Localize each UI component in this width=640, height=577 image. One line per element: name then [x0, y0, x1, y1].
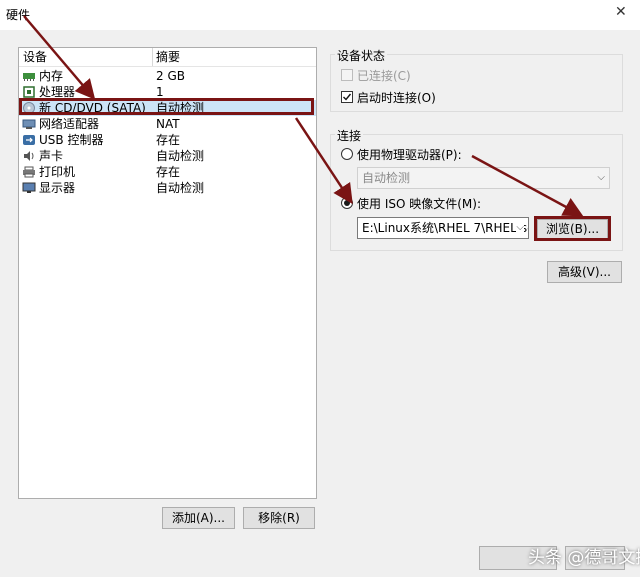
highlight-frame-selected-device — [19, 98, 314, 115]
device-summary: 存在 — [156, 165, 181, 179]
device-status-label: 设备状态 — [335, 47, 388, 64]
column-header-device[interactable]: 设备 — [23, 48, 47, 66]
watermark: 头条 @德哥文摘 — [528, 548, 640, 568]
connected-checkbox[interactable] — [341, 69, 353, 81]
device-row-usb[interactable]: USB 控制器 存在 — [19, 132, 316, 148]
chevron-down-icon: ⌵ — [597, 172, 605, 183]
sound-card-icon — [24, 151, 34, 161]
network-adapter-icon — [22, 119, 36, 129]
window-title: 硬件 — [6, 8, 31, 22]
remove-button[interactable]: 移除(R) — [243, 507, 315, 529]
device-name: 打印机 — [39, 165, 76, 179]
title-bar: 硬件 ✕ — [0, 0, 640, 30]
device-name: 显示器 — [39, 181, 76, 195]
chevron-down-icon: ⌵ — [516, 218, 524, 238]
device-row-memory[interactable]: 内存 2 GB — [19, 68, 316, 84]
device-name: 内存 — [39, 69, 64, 83]
cpu-icon — [23, 86, 35, 98]
device-summary: 自动检测 — [156, 181, 205, 195]
physical-drive-label: 使用物理驱动器(P): — [357, 148, 462, 162]
memory-icon — [23, 73, 35, 81]
device-summary: 自动检测 — [156, 149, 205, 163]
physical-drive-value: 自动检测 — [362, 171, 411, 185]
advanced-button[interactable]: 高级(V)... — [547, 261, 622, 283]
physical-drive-combo[interactable]: 自动检测 ⌵ — [357, 167, 610, 189]
add-button[interactable]: 添加(A)... — [162, 507, 235, 529]
checkmark-icon — [343, 93, 352, 101]
connect-at-poweron-checkbox[interactable] — [341, 91, 353, 103]
iso-path-combo[interactable]: E:\Linux系统\RHEL 7\RHEL-ser ⌵ — [357, 217, 529, 239]
highlight-frame-browse — [534, 216, 611, 241]
physical-drive-radio[interactable] — [341, 148, 353, 160]
column-header-summary[interactable]: 摘要 — [156, 48, 180, 66]
device-name: USB 控制器 — [39, 133, 104, 147]
close-icon[interactable]: ✕ — [615, 4, 627, 20]
device-summary: 2 GB — [156, 69, 185, 83]
connect-at-poweron-label: 启动时连接(O) — [357, 91, 436, 105]
iso-path-value: E:\Linux系统\RHEL 7\RHEL-ser — [362, 221, 529, 235]
usb-icon — [23, 135, 35, 145]
iso-image-label: 使用 ISO 映像文件(M): — [357, 197, 481, 211]
device-row-sound[interactable]: 声卡 自动检测 — [19, 148, 316, 164]
device-row-network[interactable]: 网络适配器 NAT — [19, 116, 316, 132]
device-name: 网络适配器 — [39, 117, 100, 131]
monitor-icon — [22, 182, 36, 193]
connection-label: 连接 — [335, 127, 364, 144]
device-row-display[interactable]: 显示器 自动检测 — [19, 180, 316, 196]
device-name: 声卡 — [39, 149, 64, 163]
printer-icon — [23, 166, 35, 178]
device-summary: 存在 — [156, 133, 181, 147]
device-summary: NAT — [156, 117, 180, 131]
connected-label: 已连接(C) — [357, 69, 411, 83]
iso-image-radio[interactable] — [341, 197, 353, 209]
device-row-printer[interactable]: 打印机 存在 — [19, 164, 316, 180]
